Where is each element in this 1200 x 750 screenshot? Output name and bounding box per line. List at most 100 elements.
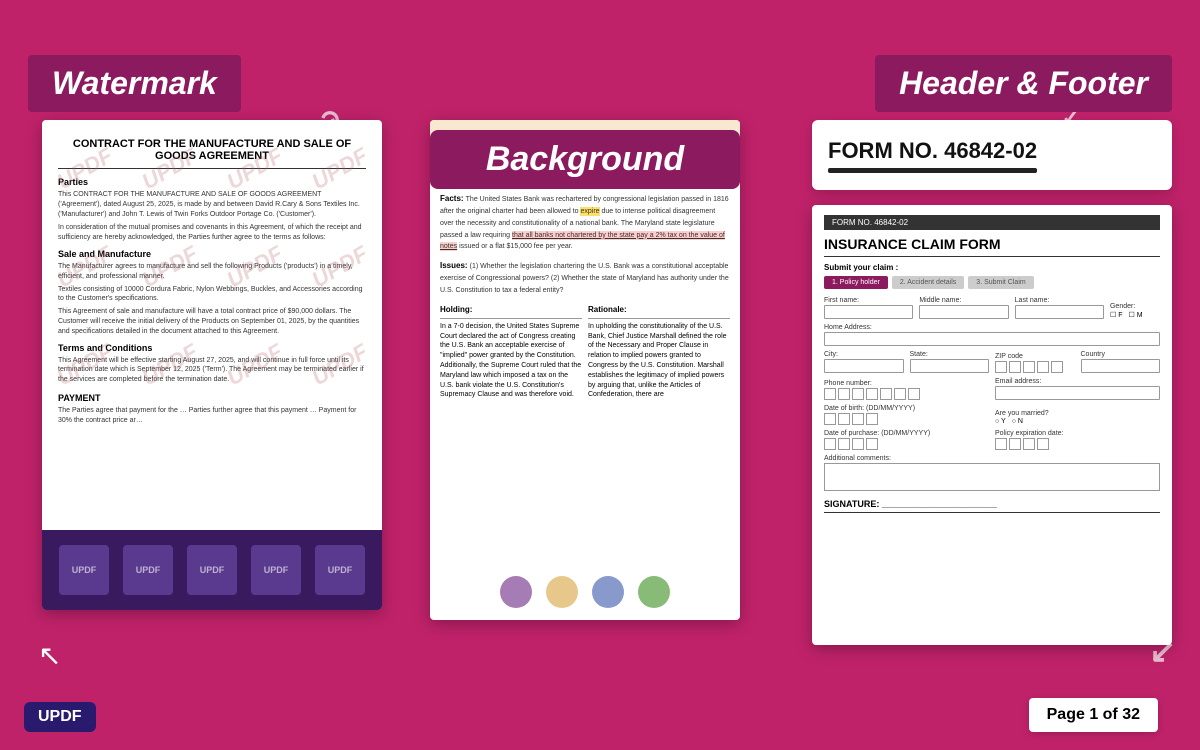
phone-box-5[interactable] <box>880 388 892 400</box>
country-label: Country <box>1081 351 1161 358</box>
dob-box-4[interactable] <box>866 413 878 425</box>
last-name-field: Last name: <box>1015 297 1104 319</box>
parties-text: This CONTRACT FOR THE MANUFACTURE AND SA… <box>58 190 366 219</box>
background-banner-label: Background <box>486 140 684 178</box>
pe-box-3[interactable] <box>1023 438 1035 450</box>
issues-section: Issues: (1) Whether the legislation char… <box>440 260 730 296</box>
date-purchase-field: Date of purchase: (DD/MM/YYYY) <box>824 430 989 450</box>
holding-text: In a 7-0 decision, the United States Sup… <box>440 322 582 400</box>
phone-box-6[interactable] <box>894 388 906 400</box>
married-field: Are you married? ○ Y ○ N <box>995 410 1160 425</box>
phone-field: Phone number: <box>824 380 989 400</box>
holding-rationale-section: Holding: In a 7-0 decision, the United S… <box>440 304 730 400</box>
pe-box-4[interactable] <box>1037 438 1049 450</box>
phone-box-1[interactable] <box>824 388 836 400</box>
married-n: ○ N <box>1012 418 1023 425</box>
country-input[interactable] <box>1081 359 1161 373</box>
payment-label: PAYMENT <box>58 393 366 403</box>
gender-label: Gender: <box>1110 303 1160 310</box>
dp-box-3[interactable] <box>852 438 864 450</box>
zip-box-5[interactable] <box>1051 361 1063 373</box>
wm-stamp-5: UPDF <box>315 545 365 595</box>
policy-expiry-field: Policy expiration date: <box>995 430 1160 450</box>
circle-blue[interactable] <box>592 576 624 608</box>
sale-manufacture-label: Sale and Manufacture <box>58 249 366 259</box>
color-circles <box>500 576 670 608</box>
parties-label: Parties <box>58 177 366 187</box>
policy-expiry-boxes <box>995 438 1160 450</box>
issues-text: (1) Whether the legislation chartering t… <box>440 263 729 294</box>
insurance-form-document: FORM NO. 46842-02 INSURANCE CLAIM FORM S… <box>812 205 1172 645</box>
phone-box-3[interactable] <box>852 388 864 400</box>
step-1-label: 1. Policy holder <box>832 279 880 286</box>
textiles-text: Textiles consisting of 10000 Cordura Fab… <box>58 285 366 305</box>
last-name-input[interactable] <box>1015 305 1104 319</box>
wm-stamp-4: UPDF <box>251 545 301 595</box>
name-row: First name: Middle name: Last name: Gend… <box>824 297 1160 319</box>
dp-box-2[interactable] <box>838 438 850 450</box>
form-header-bar: FORM NO. 46842-02 <box>824 215 1160 230</box>
form-no-content: FORM NO. 46842-02 <box>828 138 1037 173</box>
gender-options: ☐ F ☐ M <box>1110 311 1160 319</box>
gender-m: ☐ M <box>1128 311 1142 319</box>
phone-box-7[interactable] <box>908 388 920 400</box>
country-field: Country <box>1081 351 1161 373</box>
circle-purple[interactable] <box>500 576 532 608</box>
email-input[interactable] <box>995 386 1160 400</box>
zip-field: ZIP code <box>995 353 1075 373</box>
middle-name-input[interactable] <box>919 305 1008 319</box>
zip-boxes <box>995 361 1075 373</box>
step-3[interactable]: 3. Submit Claim <box>968 276 1033 289</box>
state-input[interactable] <box>910 359 990 373</box>
step-2[interactable]: 2. Accident details <box>892 276 964 289</box>
last-name-label: Last name: <box>1015 297 1104 304</box>
phone-box-4[interactable] <box>866 388 878 400</box>
zip-box-1[interactable] <box>995 361 1007 373</box>
dp-box-4[interactable] <box>866 438 878 450</box>
phone-box-2[interactable] <box>838 388 850 400</box>
zip-box-4[interactable] <box>1037 361 1049 373</box>
step-2-label: 2. Accident details <box>900 279 956 286</box>
zip-box-3[interactable] <box>1023 361 1035 373</box>
phone-label: Phone number: <box>824 380 989 387</box>
state-label: State: <box>910 351 990 358</box>
step-1[interactable]: 1. Policy holder <box>824 276 888 289</box>
rationale-text: In upholding the constitutionality of th… <box>588 322 730 400</box>
dp-box-1[interactable] <box>824 438 836 450</box>
comments-textarea[interactable] <box>824 463 1160 491</box>
dob-row: Date of birth: (DD/MM/YYYY) Are you marr… <box>824 405 1160 425</box>
issues-label: Issues: <box>440 261 468 270</box>
dob-box-2[interactable] <box>838 413 850 425</box>
highlight-tax: that all banks not chartered by the stat… <box>440 231 725 252</box>
married-options: ○ Y ○ N <box>995 418 1160 425</box>
total-text: This Agreement of sale and manufacture w… <box>58 307 366 336</box>
married-label: Are you married? <box>995 410 1160 417</box>
wm-stamp-3: UPDF <box>187 545 237 595</box>
watermark-bottom-strip: UPDF UPDF UPDF UPDF UPDF <box>42 530 382 610</box>
dob-box-1[interactable] <box>824 413 836 425</box>
pe-box-1[interactable] <box>995 438 1007 450</box>
city-input[interactable] <box>824 359 904 373</box>
circle-tan[interactable] <box>546 576 578 608</box>
wm-stamp-1: UPDF <box>59 545 109 595</box>
zip-box-2[interactable] <box>1009 361 1021 373</box>
middle-name-label: Middle name: <box>919 297 1008 304</box>
pe-box-2[interactable] <box>1009 438 1021 450</box>
step-3-label: 3. Submit Claim <box>976 279 1025 286</box>
page-counter-text: Page 1 of 32 <box>1047 706 1140 723</box>
consideration-text: In consideration of the mutual promises … <box>58 223 366 243</box>
updf-logo: UPDF <box>24 702 96 732</box>
dob-box-3[interactable] <box>852 413 864 425</box>
city-field: City: <box>824 351 904 373</box>
phone-boxes <box>824 388 989 400</box>
comments-label: Additional comments: <box>824 455 1160 462</box>
signature-line: SIGNATURE: _______________________ <box>824 499 1160 513</box>
home-address-input[interactable] <box>824 332 1160 346</box>
phone-email-row: Phone number: Email address: <box>824 378 1160 400</box>
form-steps: 1. Policy holder 2. Accident details 3. … <box>824 276 1160 289</box>
circle-green[interactable] <box>638 576 670 608</box>
case-brief-document: ⚖ Case Brief ⚖ McCulloch v. M land, 17 U… <box>430 120 740 620</box>
watermark-doc-title: CONTRACT FOR THE MANUFACTURE AND SALE OF… <box>58 138 366 169</box>
first-name-input[interactable] <box>824 305 913 319</box>
home-address-label: Home Address: <box>824 324 1160 331</box>
